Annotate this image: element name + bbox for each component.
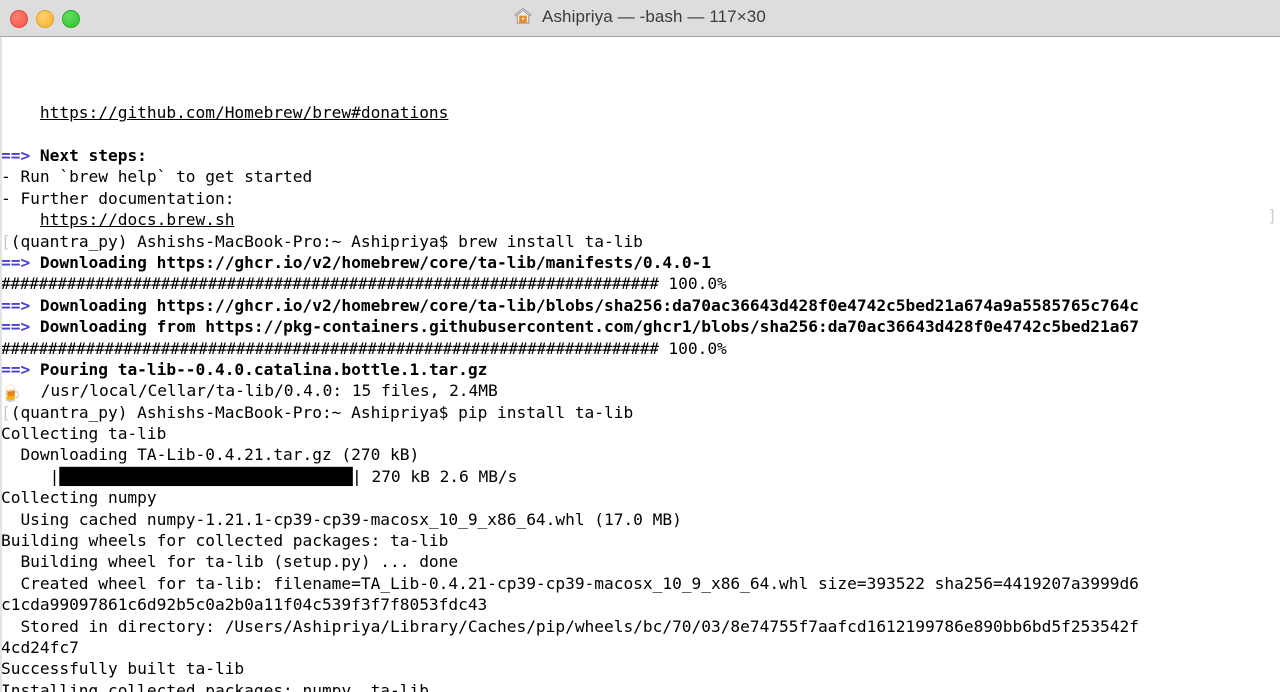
terminal-text-segment: Downloading TA-Lib-0.4.21.tar.gz (270 kB… — [1, 445, 420, 465]
terminal-text-segment: /usr/local/Cellar/ta-lib/0.4.0: 15 files… — [21, 381, 498, 401]
terminal-line: ########################################… — [1, 273, 1280, 294]
terminal-text-segment: [ — [1, 231, 11, 251]
terminal-text-segment: Downloading from https://pkg-containers.… — [39, 317, 1139, 337]
terminal-text-segment: Downloading https://ghcr.io/v2/homebrew/… — [39, 252, 711, 272]
terminal-text-segment: (quantra_py) Ashishs-MacBook-Pro:~ Aship… — [10, 402, 634, 422]
terminal-text-segment: ████████████████████████████████ — [59, 466, 353, 486]
terminal-line: 🍺 /usr/local/Cellar/ta-lib/0.4.0: 15 fil… — [1, 380, 1280, 401]
terminal-text-segment: ==> — [1, 317, 31, 337]
terminal-text-segment: Pouring ta-lib--0.4.0.catalina.bottle.1.… — [39, 359, 488, 379]
terminal-text-segment: 100.0% — [658, 338, 727, 358]
terminal-text-segment: Stored in directory: /Users/Ashipriya/Li… — [1, 616, 1139, 636]
terminal-line: |████████████████████████████████| 270 k… — [1, 466, 1280, 487]
terminal-text-segment: 100.0% — [658, 274, 727, 294]
title-bar[interactable]: Ashipriya — -bash — 117×30 — [0, 0, 1280, 37]
terminal-text-segment: - Run `brew help` to get started — [1, 167, 313, 187]
terminal-line: Successfully built ta-lib — [1, 658, 1280, 679]
right-edge-artifact: ] — [1267, 206, 1277, 225]
window-title: Ashipriya — -bash — 117×30 — [0, 7, 1280, 30]
terminal-line: Downloading TA-Lib-0.4.21.tar.gz (270 kB… — [1, 444, 1280, 465]
terminal-line: - Run `brew help` to get started — [1, 166, 1280, 187]
terminal-line: ==> Pouring ta-lib--0.4.0.catalina.bottl… — [1, 359, 1280, 380]
terminal-line: Building wheel for ta-lib (setup.py) ...… — [1, 551, 1280, 572]
terminal-text-segment: ########################################… — [1, 338, 659, 358]
terminal-text-segment: ==> — [1, 359, 31, 379]
terminal-text-segment: Collecting ta-lib — [1, 424, 167, 444]
house-icon — [514, 7, 532, 30]
terminal-line: [(quantra_py) Ashishs-MacBook-Pro:~ Ashi… — [1, 231, 1280, 252]
terminal-text-segment: ########################################… — [1, 274, 659, 294]
terminal-text-segment: Using cached numpy-1.21.1-cp39-cp39-maco… — [1, 509, 682, 529]
terminal-text-segment: ==> — [1, 146, 31, 165]
terminal-text-segment: Building wheels for collected packages: … — [1, 531, 449, 551]
terminal-text-segment: 4cd24fc7 — [1, 637, 79, 657]
terminal-line: Installing collected packages: numpy, ta… — [1, 680, 1280, 692]
terminal-text-segment: | 270 kB 2.6 MB/s — [352, 466, 518, 486]
terminal-text-segment: Downloading https://ghcr.io/v2/homebrew/… — [39, 295, 1139, 315]
terminal-line: Using cached numpy-1.21.1-cp39-cp39-maco… — [1, 509, 1280, 530]
terminal-line: Building wheels for collected packages: … — [1, 530, 1280, 551]
terminal-line: ==> Downloading from https://pkg-contain… — [1, 316, 1280, 337]
terminal-line: ==> Next steps: — [1, 145, 1280, 166]
terminal-line: https://github.com/Homebrew/brew#donatio… — [1, 102, 1280, 123]
terminal-text-segment: - Further documentation: — [1, 188, 235, 208]
terminal-line: Stored in directory: /Users/Ashipriya/Li… — [1, 616, 1280, 637]
terminal-text-segment: 🍺 — [1, 384, 22, 402]
terminal-line: Created wheel for ta-lib: filename=TA_Li… — [1, 573, 1280, 594]
terminal-text-segment: [ — [1, 402, 11, 422]
window-title-text: Ashipriya — -bash — 117×30 — [542, 6, 766, 26]
terminal-text-segment: | — [1, 466, 60, 486]
terminal-text-segment: https://github.com/Homebrew/brew#donatio… — [39, 103, 449, 123]
terminal-line: [(quantra_py) Ashishs-MacBook-Pro:~ Ashi… — [1, 402, 1280, 423]
terminal-line: ########################################… — [1, 338, 1280, 359]
terminal-lines: https://github.com/Homebrew/brew#donatio… — [1, 102, 1280, 692]
left-edge-strip — [0, 37, 2, 692]
terminal-text-segment: ==> — [1, 252, 31, 272]
terminal-text-segment: Created wheel for ta-lib: filename=TA_Li… — [1, 573, 1139, 593]
terminal-text-segment: Collecting numpy — [1, 488, 157, 508]
terminal-text-segment: Installing collected packages: numpy, ta… — [1, 680, 429, 692]
terminal-text-segment: Successfully built ta-lib — [1, 659, 245, 679]
terminal-line: 4cd24fc7 — [1, 637, 1280, 658]
terminal-output-area[interactable]: https://github.com/Homebrew/brew#donatio… — [0, 37, 1280, 692]
terminal-text-segment: Next steps: — [39, 146, 147, 165]
terminal-line: ==> Downloading https://ghcr.io/v2/homeb… — [1, 295, 1280, 316]
terminal-line: Collecting ta-lib — [1, 423, 1280, 444]
terminal-line: c1cda99097861c6d92b5c0a2b0a11f04c539f3f7… — [1, 594, 1280, 615]
terminal-text-segment: (quantra_py) Ashishs-MacBook-Pro:~ Aship… — [10, 231, 643, 251]
terminal-line: https://docs.brew.sh — [1, 209, 1280, 230]
terminal-window: Ashipriya — -bash — 117×30 https://githu… — [0, 0, 1280, 692]
terminal-text-segment: https://docs.brew.sh — [39, 210, 235, 230]
terminal-line: ==> Downloading https://ghcr.io/v2/homeb… — [1, 252, 1280, 273]
terminal-text-segment: ==> — [1, 295, 31, 315]
terminal-line: Collecting numpy — [1, 487, 1280, 508]
terminal-text-segment: c1cda99097861c6d92b5c0a2b0a11f04c539f3f7… — [1, 595, 488, 615]
terminal-text-segment: Building wheel for ta-lib (setup.py) ...… — [1, 552, 459, 572]
terminal-line: - Further documentation: — [1, 188, 1280, 209]
